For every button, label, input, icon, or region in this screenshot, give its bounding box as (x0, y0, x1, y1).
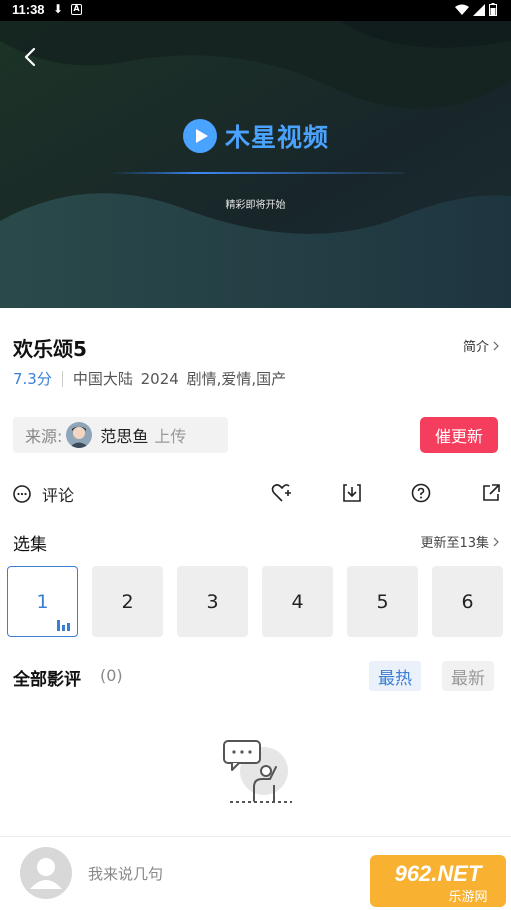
help-icon[interactable] (410, 482, 432, 504)
status-time: 11:38 (12, 2, 45, 17)
episodes-title: 选集 (13, 535, 47, 555)
watermark-logo: 962.NET 乐游网 (370, 855, 506, 907)
episode-item[interactable]: 6 (432, 566, 503, 637)
player-background (0, 21, 511, 308)
show-meta: 7.3分 中国大陆 2024 剧情,爱情,国产 (13, 368, 286, 389)
comment-icon (13, 485, 31, 503)
chevron-right-icon (493, 341, 499, 350)
reviews-count: (0) (100, 666, 123, 685)
intro-link[interactable]: 简介 (463, 336, 499, 355)
upload-text: 上传 (154, 427, 187, 446)
status-bar: 11:38 ⬇ A (0, 0, 511, 21)
notification-icon: A (71, 4, 82, 15)
brand-logo: 木星视频 (183, 118, 329, 154)
episode-item[interactable]: 1 (7, 566, 78, 637)
download-icon: ⬇ (53, 2, 64, 16)
show-score: 7.3分 (13, 370, 52, 388)
share-icon[interactable] (480, 482, 502, 504)
episode-item[interactable]: 2 (92, 566, 163, 637)
episodes-update-label: 更新至13集 (420, 536, 489, 551)
sort-hot-button[interactable]: 最热 (369, 661, 421, 691)
request-update-button[interactable]: 催更新 (420, 417, 498, 453)
back-icon[interactable] (18, 44, 44, 70)
playing-bars-icon (57, 620, 70, 631)
uploader-avatar (66, 422, 93, 448)
play-logo-icon (183, 119, 217, 153)
loading-line (108, 172, 404, 174)
user-avatar[interactable] (20, 847, 72, 899)
bottom-comment-bar: 我来说几句 962.NET 乐游网 (0, 836, 511, 910)
episode-item[interactable]: 4 (262, 566, 333, 637)
watermark-text: 962.NET (395, 861, 483, 886)
watermark-sub: 乐游网 (448, 890, 487, 905)
favorite-icon[interactable] (271, 482, 293, 504)
comment-label: 评论 (42, 486, 75, 505)
meta-divider (61, 370, 63, 387)
episode-list: 1 2 3 4 5 6 (7, 566, 503, 637)
show-info: 中国大陆 2024 剧情,爱情,国产 (72, 370, 287, 388)
episode-item[interactable]: 3 (177, 566, 248, 637)
player-tagline: 精彩即将开始 (225, 200, 286, 211)
comment-button[interactable]: 评论 (12, 482, 74, 506)
action-row: 评论 (0, 480, 511, 508)
chevron-right-icon (493, 537, 499, 546)
brand-name: 木星视频 (225, 123, 330, 152)
sort-new-button[interactable]: 最新 (442, 661, 494, 691)
source-label: 来源: (25, 427, 63, 446)
episode-item[interactable]: 5 (347, 566, 418, 637)
empty-comments-illustration (223, 740, 292, 803)
reviews-title: 全部影评 (13, 670, 81, 690)
show-title: 欢乐颂5 (13, 337, 87, 361)
download-icon[interactable] (341, 482, 363, 504)
wifi-icon (455, 4, 469, 15)
uploader-name: 范思鱼 (100, 427, 149, 446)
intro-label: 简介 (462, 340, 489, 355)
signal-icon (473, 3, 485, 16)
video-player[interactable]: 木星视频 精彩即将开始 (0, 21, 511, 308)
source-box[interactable]: 来源: 范思鱼 上传 (13, 417, 228, 453)
episodes-update-link[interactable]: 更新至13集 (420, 532, 499, 551)
comment-input[interactable]: 我来说几句 (88, 863, 163, 884)
battery-icon (489, 3, 497, 16)
